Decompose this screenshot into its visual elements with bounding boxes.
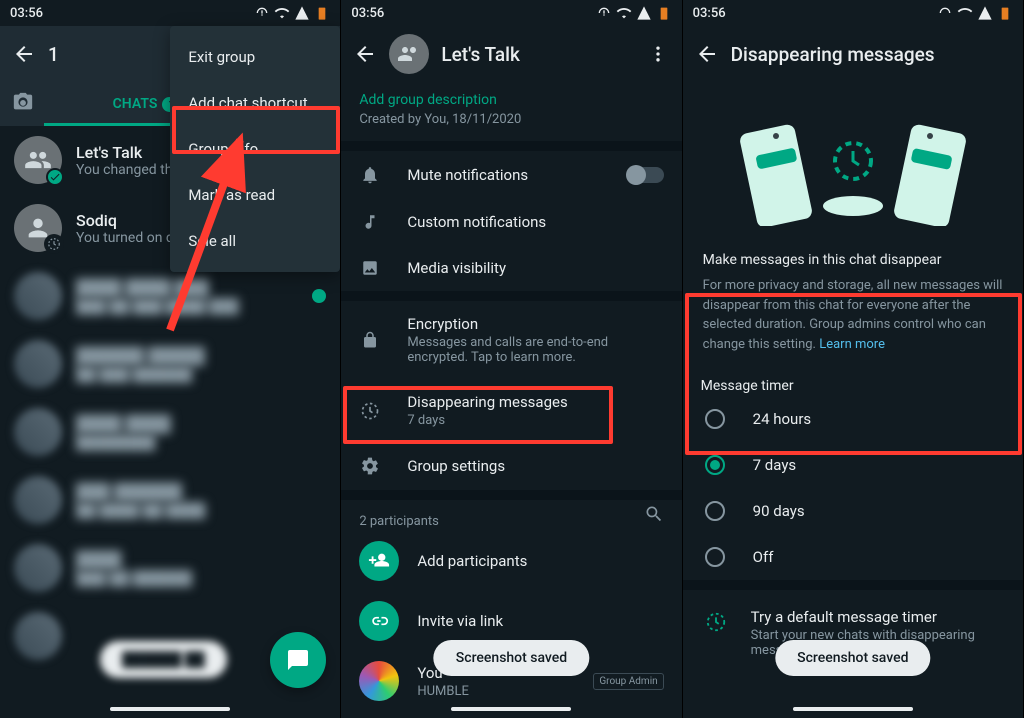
add-participants[interactable]: Add participants xyxy=(341,531,681,591)
setting-custom-notifications[interactable]: Custom notifications xyxy=(341,199,681,245)
person-avatar-icon xyxy=(14,204,62,252)
menu-mark-read[interactable]: Mark as read xyxy=(170,172,340,218)
page-title: Disappearing messages xyxy=(731,43,935,66)
radio-icon xyxy=(705,409,725,429)
more-button[interactable] xyxy=(638,34,678,74)
option-7-days[interactable]: 7 days xyxy=(683,442,1023,488)
radio-icon xyxy=(705,455,725,475)
radio-icon xyxy=(705,501,725,521)
menu-add-shortcut[interactable]: Add chat shortcut xyxy=(170,80,340,126)
setting-group-settings[interactable]: Group settings xyxy=(341,442,681,490)
menu-group-info[interactable]: Group info xyxy=(170,126,340,172)
illustration xyxy=(683,82,1023,236)
menu-select-all[interactable]: Sele all xyxy=(170,218,340,264)
status-bar: 03:56 xyxy=(341,0,681,26)
status-icons xyxy=(254,5,330,21)
bell-icon xyxy=(359,165,381,185)
back-button[interactable] xyxy=(687,34,727,74)
nav-handle xyxy=(683,700,1023,718)
option-24-hours[interactable]: 24 hours xyxy=(683,396,1023,442)
option-off[interactable]: Off xyxy=(683,534,1023,580)
learn-more-link[interactable]: Learn more xyxy=(819,337,885,352)
status-bar: 03:56 xyxy=(683,0,1023,26)
setting-disappearing[interactable]: Disappearing messages7 days xyxy=(341,379,681,442)
chat-row-blurred[interactable]: ███████ ██ ██████ xyxy=(0,534,340,602)
disappearing-messages-screen: 03:56 Disappearing messages Make message… xyxy=(683,0,1024,718)
setting-encryption[interactable]: EncryptionMessages and calls are end-to-… xyxy=(341,301,681,379)
radio-icon xyxy=(705,547,725,567)
nav-handle xyxy=(341,700,681,718)
group-avatar-icon xyxy=(14,136,62,184)
group-description[interactable]: Add group description Created by You, 18… xyxy=(341,82,681,141)
new-chat-fab[interactable] xyxy=(270,632,326,688)
whatsapp-chats-screen: 03:56 1 CHATS 11 STATUS xyxy=(0,0,341,718)
chat-row-blurred[interactable]: ████ ████████████ xyxy=(0,398,340,466)
participants-header: 2 participants xyxy=(341,500,643,531)
search-icon[interactable] xyxy=(644,504,682,528)
screenshot-toast: Screenshot saved xyxy=(775,640,930,676)
created-info: Created by You, 18/11/2020 xyxy=(359,112,663,127)
option-90-days[interactable]: 90 days xyxy=(683,488,1023,534)
profile-avatar xyxy=(359,661,399,701)
overflow-menu: Exit group Add chat shortcut Group info … xyxy=(170,26,340,272)
music-note-icon xyxy=(359,213,381,231)
camera-icon[interactable] xyxy=(12,91,36,117)
gear-icon xyxy=(359,456,381,476)
back-button[interactable] xyxy=(345,34,385,74)
status-time: 03:56 xyxy=(351,6,384,21)
image-icon xyxy=(359,259,381,277)
chat-row-blurred[interactable]: ████ ████ ██████ ██ ███ ████ ███ xyxy=(0,262,340,330)
timer-icon xyxy=(359,401,381,421)
group-title: Let's Talk xyxy=(441,43,520,66)
chat-row-blurred[interactable]: ██████ ███████ ███ ██████ xyxy=(0,330,340,398)
add-description-link[interactable]: Add group description xyxy=(359,92,663,108)
mute-toggle[interactable] xyxy=(628,167,664,183)
lock-icon xyxy=(359,331,381,349)
setting-mute[interactable]: Mute notifications xyxy=(341,151,681,199)
chat-row-blurred[interactable]: ███ ████████ ████ ██ ████ xyxy=(0,466,340,534)
snack-blurred: ██████ ██ xyxy=(100,641,227,678)
setting-media-visibility[interactable]: Media visibility xyxy=(341,245,681,291)
admin-badge: Group Admin xyxy=(593,673,663,690)
status-time: 03:56 xyxy=(693,6,726,21)
menu-exit-group[interactable]: Exit group xyxy=(170,34,340,80)
status-bar: 03:56 xyxy=(0,0,340,26)
selected-check-icon xyxy=(46,168,64,186)
clock-icon xyxy=(44,234,64,254)
status-time: 03:56 xyxy=(10,6,43,21)
screenshot-toast: Screenshot saved xyxy=(434,640,589,676)
selection-count: 1 xyxy=(48,43,59,66)
unread-dot-icon xyxy=(312,289,326,303)
timer-icon xyxy=(705,608,727,658)
group-avatar-icon[interactable] xyxy=(389,34,429,74)
nav-handle xyxy=(0,700,340,718)
group-info-screen: 03:56 Let's Talk Add group description C… xyxy=(341,0,682,718)
timer-header: Message timer xyxy=(683,370,1023,396)
add-person-icon xyxy=(359,541,399,581)
toolbar: Let's Talk xyxy=(341,26,681,82)
back-button[interactable] xyxy=(4,34,44,74)
link-icon xyxy=(359,601,399,641)
toolbar: Disappearing messages xyxy=(683,26,1023,82)
info-text: Make messages in this chat disappear For… xyxy=(683,236,1023,370)
